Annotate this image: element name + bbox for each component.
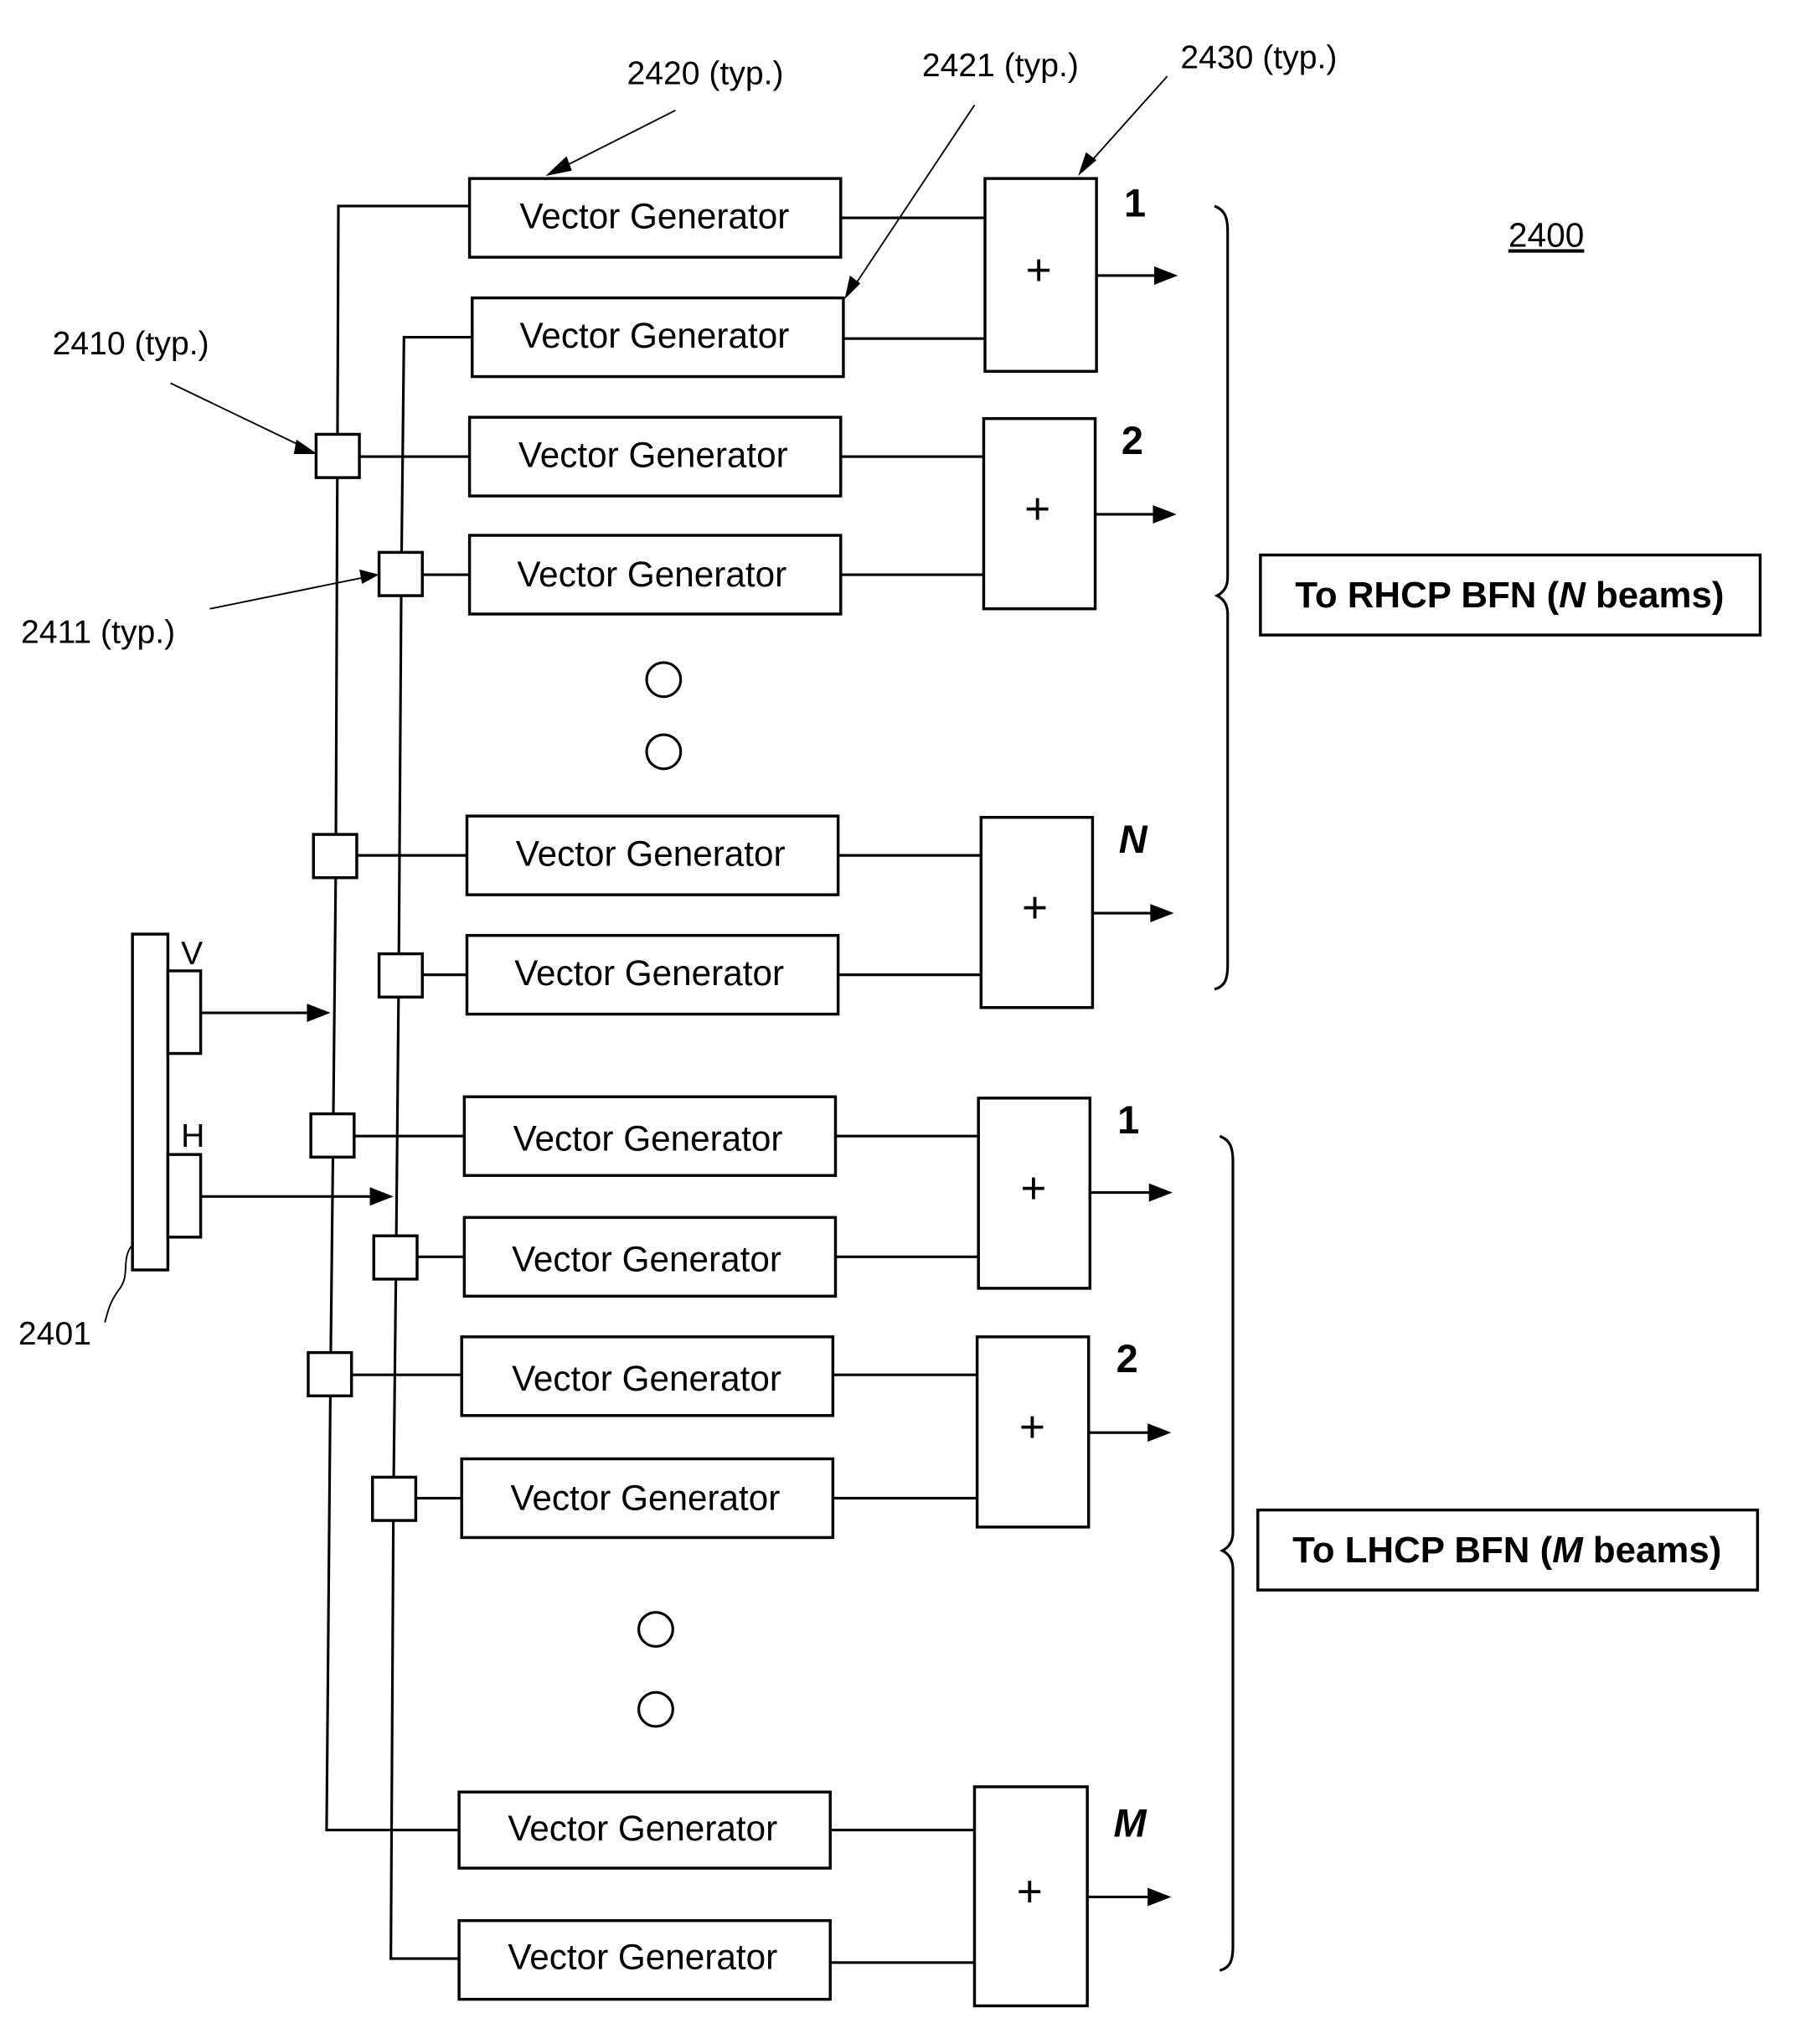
vector-generator: Vector Generator — [471, 296, 845, 379]
beamforming-diagram: 2400 2420 (typ.) 2421 (typ.) 2430 (typ.)… — [18, 40, 1762, 2008]
vg-to-summer-links — [830, 216, 986, 1964]
beam-label-rhcp-1: 1 — [1124, 181, 1146, 225]
vector-generator: Vector Generator — [465, 814, 840, 896]
callout-2430: 2430 (typ.) — [1180, 40, 1337, 76]
splitter-v — [307, 1350, 353, 1398]
beam-label-lhcp-1: 1 — [1117, 1097, 1139, 1142]
summer: + — [977, 1097, 1173, 1290]
port-h-label: H — [181, 1118, 204, 1154]
splitter-h — [377, 952, 424, 999]
vector-generator: Vector Generator — [467, 416, 843, 498]
splitters — [307, 432, 424, 1522]
summer: + — [982, 416, 1177, 611]
port-v-label: V — [181, 936, 203, 972]
vector-generator: Vector Generator — [467, 534, 843, 616]
bfn-lhcp-box: To LHCP BFN (M beams) — [1256, 1508, 1760, 1592]
callout-2420: 2420 (typ.) — [627, 55, 784, 91]
svg-text:Vector Generator: Vector Generator — [508, 1938, 777, 1977]
beam-label-rhcp-2: 2 — [1122, 418, 1143, 462]
callout-2410: 2410 (typ.) — [53, 326, 209, 362]
vector-generator: Vector Generator — [462, 1095, 838, 1177]
plus-symbol: + — [1026, 245, 1052, 295]
summer: + — [975, 1335, 1172, 1529]
plus-symbol: + — [1017, 1866, 1043, 1916]
beam-label-lhcp-m: M — [1113, 1800, 1147, 1845]
splitter-h — [371, 1475, 418, 1522]
vector-generator: Vector Generator — [457, 1918, 832, 2001]
svg-text:To RHCP BFN (N beams): To RHCP BFN (N beams) — [1295, 575, 1724, 616]
plus-symbol: + — [1019, 1402, 1045, 1452]
svg-text:Vector Generator: Vector Generator — [508, 1809, 777, 1848]
callout-2411: 2411 (typ.) — [21, 614, 175, 650]
beam-label-rhcp-n: N — [1119, 817, 1148, 861]
svg-text:Vector Generator: Vector Generator — [517, 555, 786, 594]
svg-text:Vector Generator: Vector Generator — [516, 834, 786, 874]
vector-generator: Vector Generator — [465, 933, 840, 1016]
antenna-element: V H — [131, 932, 394, 1272]
svg-text:Vector Generator: Vector Generator — [519, 197, 789, 236]
svg-text:Vector Generator: Vector Generator — [512, 1240, 781, 1279]
vector-generator: Vector Generator — [457, 1790, 832, 1870]
plus-symbol: + — [1024, 484, 1050, 534]
svg-text:Vector Generator: Vector Generator — [511, 1479, 781, 1518]
splitter-h — [372, 1234, 419, 1281]
plus-symbol: + — [1020, 1164, 1046, 1213]
summer: + — [983, 177, 1178, 374]
vector-generator: Vector Generator — [460, 1457, 835, 1540]
figure-number: 2400 — [1508, 216, 1585, 255]
vector-generator: Vector Generator — [462, 1216, 838, 1298]
vector-generator: Vector Generator — [467, 177, 843, 259]
vector-generator: Vector Generator — [460, 1335, 835, 1417]
svg-text:Vector Generator: Vector Generator — [519, 316, 789, 355]
callout-2401: 2401 — [18, 1316, 91, 1352]
callout-2421: 2421 (typ.) — [922, 48, 1079, 84]
plus-symbol: + — [1022, 883, 1048, 932]
beam-label-lhcp-2: 2 — [1116, 1336, 1138, 1381]
svg-text:Vector Generator: Vector Generator — [518, 436, 788, 475]
svg-text:Vector Generator: Vector Generator — [512, 1359, 781, 1398]
splitter-v — [312, 833, 358, 880]
splitter-h — [377, 550, 424, 597]
svg-text:To LHCP BFN (M beams): To LHCP BFN (M beams) — [1292, 1530, 1721, 1571]
svg-text:Vector Generator: Vector Generator — [514, 953, 784, 993]
splitter-v — [309, 1112, 356, 1159]
bfn-rhcp-box: To RHCP BFN (N beams) — [1259, 553, 1762, 637]
beam-labels: 1 2 N 1 2 M — [1113, 181, 1147, 1845]
splitter-v — [314, 432, 361, 479]
svg-text:Vector Generator: Vector Generator — [513, 1118, 783, 1158]
braces — [1214, 204, 1235, 1972]
summers: + + + + + + — [972, 177, 1178, 2008]
